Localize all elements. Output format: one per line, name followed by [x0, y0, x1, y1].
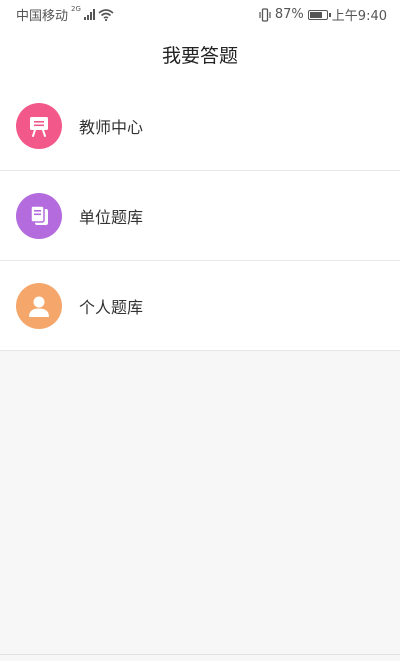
- vibrate-icon: [259, 7, 271, 22]
- page-title: 我要答题: [161, 45, 238, 67]
- unit-question-bank-icon-badge: [16, 192, 62, 239]
- menu-item-label: 单位题库: [79, 207, 144, 227]
- carrier-label: 中国移动: [16, 9, 69, 24]
- menu-item-label: 教师中心: [79, 117, 144, 137]
- presentation-board-icon: [30, 116, 48, 137]
- battery-percent: 87%: [274, 7, 304, 22]
- wifi-icon: [98, 8, 114, 21]
- menu-item-personal-question-bank[interactable]: 个人题库: [0, 261, 400, 351]
- status-bar: 中国移动 2G 87% 上午9:40: [0, 0, 400, 28]
- menu-item-teacher-center[interactable]: 教师中心: [0, 81, 400, 171]
- signal-icon: [83, 9, 95, 20]
- teacher-center-icon-badge: [16, 102, 62, 149]
- bottom-divider: [0, 654, 400, 655]
- clock-time: 上午9:40: [331, 9, 387, 24]
- menu-list: 教师中心 单位题库 个人题库: [0, 81, 400, 351]
- network-type-label: 2G: [71, 5, 81, 13]
- menu-item-label: 个人题库: [79, 297, 144, 317]
- question-bank-icon: [30, 204, 48, 225]
- page-header: 我要答题: [0, 28, 400, 82]
- menu-item-unit-question-bank[interactable]: 单位题库: [0, 171, 400, 261]
- person-icon: [29, 296, 49, 317]
- personal-question-bank-icon-badge: [16, 282, 62, 329]
- battery-fill: [309, 11, 322, 18]
- battery-icon: [307, 9, 331, 20]
